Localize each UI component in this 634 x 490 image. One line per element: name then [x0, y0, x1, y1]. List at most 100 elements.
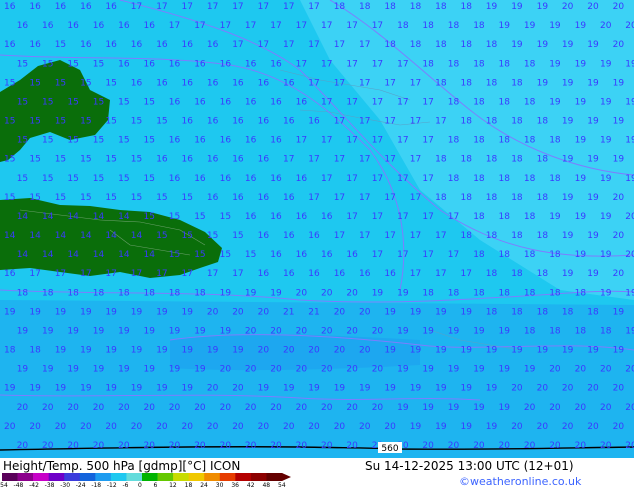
temp-value-label: 15 — [29, 155, 40, 165]
temp-value-label: 15 — [80, 193, 91, 203]
temp-value-label: 18 — [486, 231, 498, 241]
temp-value-label: 16 — [194, 174, 206, 184]
temp-value-label: 18 — [4, 346, 16, 356]
temp-value-label: 17 — [334, 78, 345, 88]
temp-value-label: 16 — [321, 212, 333, 222]
temp-value-label: 17 — [346, 212, 357, 222]
temp-value-label: 16 — [334, 269, 346, 279]
temp-value-label: 16 — [207, 117, 219, 127]
temp-value-label: 21 — [308, 307, 319, 317]
temp-value-label: 17 — [296, 136, 307, 146]
temp-value-label: 20 — [334, 422, 346, 432]
temp-value-label: 19 — [67, 365, 79, 375]
temp-value-label: 17 — [29, 269, 40, 279]
map-title: Height/Temp. 500 hPa [gdmp][°C] ICON — [3, 459, 241, 473]
temp-value-label: 16 — [270, 212, 282, 222]
temp-value-label: 15 — [131, 155, 142, 165]
temp-value-label: 16 — [270, 250, 282, 260]
temp-value-label: 18 — [549, 174, 561, 184]
temp-value-label: 19 — [270, 288, 282, 298]
temp-value-label: 20 — [625, 365, 634, 375]
temp-value-label: 16 — [232, 117, 244, 127]
temp-value-label: 17 — [156, 269, 167, 279]
temp-value-label: 19 — [4, 384, 16, 394]
temp-value-label: 19 — [499, 326, 511, 336]
temp-value-label: 17 — [410, 269, 421, 279]
temp-value-label: 20 — [67, 403, 79, 413]
temp-value-label: 16 — [156, 78, 168, 88]
temp-value-label: 19 — [194, 365, 206, 375]
temp-value-label: 20 — [524, 403, 536, 413]
temp-value-label: 15 — [42, 174, 53, 184]
temp-value-label: 15 — [55, 193, 66, 203]
temp-value-label: 18 — [410, 2, 422, 12]
temp-value-label: 19 — [625, 59, 634, 69]
temp-value-label: 20 — [194, 441, 206, 451]
temp-value-label: 17 — [346, 97, 357, 107]
legend-tick-label: 42 — [246, 482, 255, 489]
temp-value-label: 18 — [511, 78, 523, 88]
temp-value-label: 20 — [270, 326, 282, 336]
temp-value-label: 15 — [93, 174, 104, 184]
temp-value-label: 17 — [410, 155, 421, 165]
temp-value-label: 16 — [283, 269, 295, 279]
temp-value-label: 18 — [448, 174, 460, 184]
temp-value-label: 17 — [422, 174, 433, 184]
temp-value-label: 18 — [549, 136, 561, 146]
legend-tick-label: -54 — [0, 482, 8, 489]
legend-tick-label: 0 — [138, 482, 142, 489]
temp-value-label: 15 — [4, 78, 15, 88]
legend-tick-label: 54 — [278, 482, 286, 489]
temp-value-label: 18 — [499, 97, 511, 107]
temp-value-label: 15 — [207, 231, 218, 241]
temp-value-label: 18 — [562, 307, 574, 317]
temp-value-label: 15 — [17, 174, 28, 184]
temp-value-label: 16 — [169, 136, 181, 146]
temp-value-label: 20 — [575, 441, 587, 451]
temp-value-label: 17 — [384, 231, 395, 241]
temp-value-label: 20 — [613, 269, 625, 279]
temp-value-label: 17 — [448, 212, 459, 222]
temp-value-label: 17 — [296, 59, 307, 69]
temp-value-label: 20 — [625, 21, 634, 31]
temp-value-label: 14 — [55, 231, 67, 241]
temp-value-label: 20 — [321, 288, 333, 298]
temp-value-label: 19 — [575, 21, 587, 31]
temp-value-label: 14 — [118, 250, 130, 260]
temp-value-label: 20 — [245, 326, 257, 336]
temp-value-label: 20 — [613, 384, 625, 394]
legend-swatch — [173, 473, 189, 481]
legend-swatch — [142, 473, 158, 481]
temp-value-label: 17 — [372, 59, 383, 69]
temp-value-label: 17 — [55, 269, 66, 279]
temp-value-label: 16 — [182, 78, 194, 88]
temp-value-label: 18 — [461, 193, 473, 203]
temp-value-label: 19 — [118, 326, 130, 336]
temp-value-label: 15 — [156, 117, 167, 127]
temp-value-label: 17 — [131, 269, 142, 279]
temp-value-label: 18 — [499, 59, 511, 69]
temp-value-label: 16 — [359, 269, 371, 279]
temp-value-label: 20 — [144, 441, 156, 451]
temp-value-label: 19 — [169, 365, 181, 375]
legend-swatch — [33, 473, 49, 481]
temp-value-label: 20 — [232, 384, 244, 394]
credit-link[interactable]: ©weatheronline.co.uk — [459, 475, 581, 488]
temp-value-label: 15 — [144, 212, 155, 222]
legend-swatch — [126, 473, 143, 481]
temp-value-label: 17 — [308, 78, 319, 88]
temp-value-label: 16 — [245, 212, 257, 222]
temp-value-label: 16 — [220, 136, 232, 146]
temp-value-label: 17 — [270, 21, 281, 31]
temp-value-label: 19 — [55, 307, 67, 317]
temp-value-label: 16 — [283, 231, 295, 241]
temp-value-label: 18 — [461, 117, 473, 127]
temp-value-label: 17 — [232, 269, 243, 279]
temp-value-label: 17 — [422, 97, 433, 107]
temp-value-label: 15 — [156, 231, 167, 241]
temp-value-label: 15 — [4, 193, 15, 203]
temp-value-label: 17 — [156, 2, 167, 12]
legend-swatch — [79, 473, 96, 481]
temp-value-label: 20 — [194, 403, 206, 413]
temp-value-label: 19 — [156, 307, 168, 317]
